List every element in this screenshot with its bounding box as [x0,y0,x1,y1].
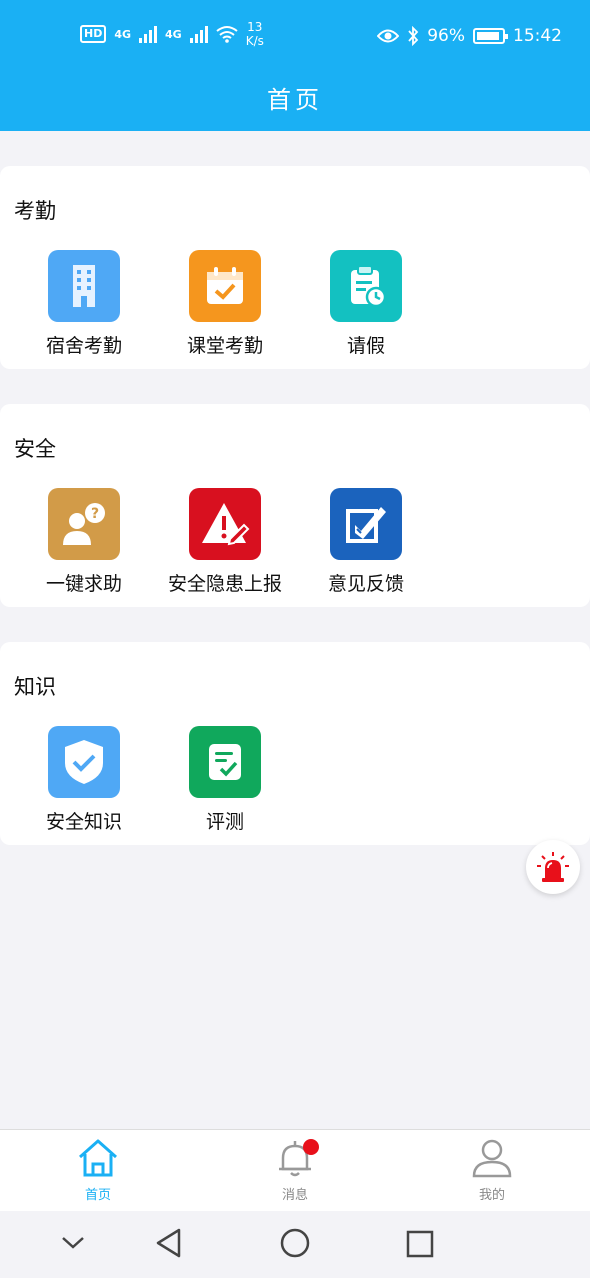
eye-icon [377,29,400,43]
section-title: 知识 [14,675,56,699]
clipboard-clock-icon [330,250,402,322]
person-question-icon: ? [48,488,120,560]
clock: 15:42 [513,26,562,46]
tab-label: 首页 [84,1188,111,1203]
section-knowledge: 知识 安全知识 评测 [0,642,590,845]
one-click-help-button[interactable]: ? 一键求助 [14,488,154,596]
system-nav-bar [0,1211,590,1278]
chevron-down-icon[interactable] [60,1235,86,1251]
hd-indicator: HD [80,25,107,43]
evaluation-button[interactable]: 评测 [155,726,295,834]
signal-label-2: 4G [165,27,182,41]
battery-percent: 96% [427,26,465,46]
checklist-icon [189,726,261,798]
tab-profile[interactable]: 我的 [442,1138,542,1203]
notification-badge [303,1139,319,1155]
page-title: 首页 [267,86,323,114]
signal-strength-icon [139,25,158,43]
network-speed: 13 K/s [245,20,264,48]
section-attendance: 考勤 宿舍考勤 课堂考勤 请假 [0,166,590,369]
warning-edit-icon [189,488,261,560]
shield-check-icon [48,726,120,798]
wifi-icon [216,26,238,43]
back-icon[interactable] [154,1227,184,1259]
home-icon [79,1139,117,1177]
calendar-check-icon [189,250,261,322]
tab-label: 我的 [478,1188,505,1203]
user-icon [472,1139,512,1178]
top-bar: HD 4G 4G 13 K/s 96% 15:42 首页 [0,0,590,131]
edit-feedback-icon [330,488,402,560]
feedback-button[interactable]: 意见反馈 [296,488,436,596]
bottom-tab-bar: 首页 消息 我的 [0,1129,590,1211]
bluetooth-icon [408,26,419,46]
leave-request-button[interactable]: 请假 [296,250,436,358]
safety-knowledge-button[interactable]: 安全知识 [14,726,154,834]
section-safety: 安全 ? 一键求助 安全隐患上报 意见反馈 [0,404,590,607]
status-bar: HD 4G 4G 13 K/s 96% 15:42 [0,18,590,56]
alarm-button[interactable] [526,840,580,894]
signal-strength-icon-2 [189,25,208,43]
battery-icon [473,28,508,44]
class-attendance-button[interactable]: 课堂考勤 [155,250,295,358]
tab-home[interactable]: 首页 [48,1138,148,1203]
svg-text:?: ? [91,506,99,522]
signal-label-1: 4G [114,27,132,41]
section-title: 考勤 [14,199,56,223]
building-icon [48,250,120,322]
home-circle-icon[interactable] [279,1227,311,1259]
alarm-siren-icon [537,852,569,882]
recents-icon[interactable] [405,1229,435,1259]
tab-label: 消息 [281,1188,308,1203]
hazard-report-button[interactable]: 安全隐患上报 [155,488,295,596]
section-title: 安全 [14,437,56,461]
tab-messages[interactable]: 消息 [245,1138,345,1203]
dorm-attendance-button[interactable]: 宿舍考勤 [14,250,154,358]
